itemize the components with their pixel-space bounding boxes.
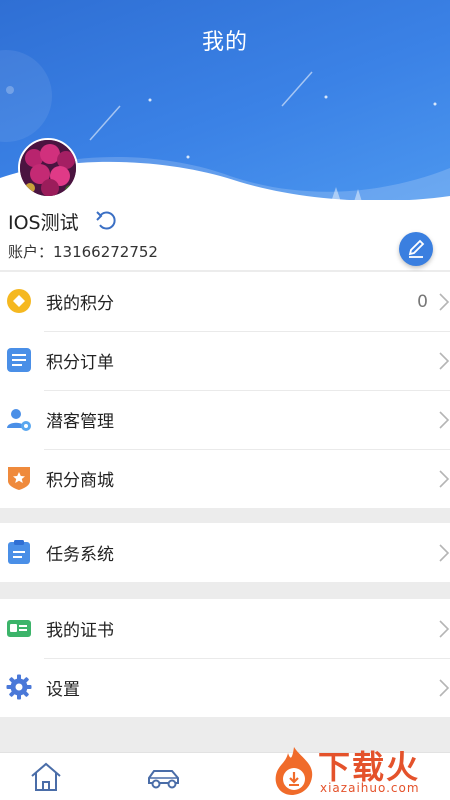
pencil-icon (408, 239, 425, 258)
page-title: 我的 (201, 30, 248, 55)
menu-label: 任务系统 (46, 545, 114, 565)
menu-item-task-system[interactable]: 任务系统 (0, 523, 450, 582)
order-list-icon (7, 348, 31, 372)
refresh-icon[interactable] (94, 208, 118, 232)
menu-label: 积分商城 (46, 471, 114, 491)
user-gear-icon (7, 409, 31, 431)
chevron-right-icon (439, 470, 450, 488)
star-badge-icon (8, 467, 30, 490)
car-icon[interactable] (146, 759, 182, 795)
menu-label: 积分订单 (46, 353, 114, 373)
points-value: 0 (417, 291, 428, 312)
menu-group-account: 我的证书 设置 (0, 599, 450, 717)
menu-label: 我的证书 (46, 621, 114, 641)
home-icon[interactable] (28, 759, 64, 795)
chevron-right-icon (439, 293, 450, 311)
account-number: 账户：13166272752 (8, 243, 158, 261)
flame-logo-icon (275, 747, 313, 795)
menu-group-points: 我的积分 0 积分订单 潜客管理 积分商城 (0, 272, 450, 508)
menu-label: 设置 (46, 680, 80, 700)
diamond-coin-icon (7, 289, 31, 313)
menu-item-settings[interactable]: 设置 (0, 658, 450, 717)
menu-item-my-certificates[interactable]: 我的证书 (0, 599, 450, 658)
username: IOS测试 (8, 212, 79, 234)
chevron-right-icon (439, 352, 450, 370)
chevron-right-icon (439, 620, 450, 638)
menu-label: 潜客管理 (46, 412, 114, 432)
menu-item-my-points[interactable]: 我的积分 0 (0, 272, 450, 331)
menu-group-tasks: 任务系统 (0, 523, 450, 582)
menu-label: 我的积分 (46, 294, 114, 314)
avatar[interactable] (18, 138, 78, 198)
settings-gear-icon (6, 674, 32, 700)
watermark-subtext: xiazaihuo.com (320, 781, 420, 795)
chevron-right-icon (439, 411, 450, 429)
watermark-logo: 下载火 xiazaihuo.com (262, 741, 450, 800)
chevron-right-icon (439, 544, 450, 562)
chevron-right-icon (439, 679, 450, 697)
menu-item-points-orders[interactable]: 积分订单 (0, 331, 450, 390)
menu-item-points-mall[interactable]: 积分商城 (0, 449, 450, 508)
menu-item-prospect-management[interactable]: 潜客管理 (0, 390, 450, 449)
clipboard-icon (8, 540, 30, 564)
id-card-icon (7, 620, 31, 637)
profile-section: IOS测试 账户：13166272752 (0, 200, 450, 270)
edit-profile-button[interactable] (399, 232, 433, 266)
